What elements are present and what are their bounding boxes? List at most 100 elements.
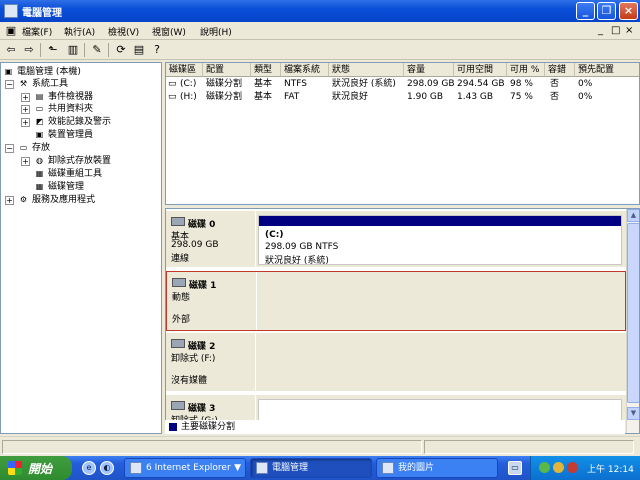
maximize-button[interactable]: ❐: [597, 2, 616, 20]
tree-item-computer-management[interactable]: ▣ 電腦管理 (本機): [3, 66, 81, 78]
table-cell: NTFS: [284, 79, 307, 89]
taskbar-item-computer-management[interactable]: 電腦管理: [250, 458, 372, 478]
table-cell: FAT: [284, 92, 300, 102]
disk-2-info[interactable]: 磁碟 2 卸除式 (F:) 沒有媒體: [166, 333, 256, 391]
minimize-button[interactable]: _: [576, 2, 595, 20]
menu-bar: ▣ 檔案(F) 執行(A) 檢視(V) 視窗(W) 說明(H) _ □ ×: [0, 22, 640, 40]
close-button[interactable]: ×: [619, 2, 638, 20]
disk-0-name: 磁碟 0: [188, 220, 216, 230]
taskbar-item-my-pictures[interactable]: 我的圖片: [376, 458, 498, 478]
volume-c-partition[interactable]: (C:) 298.09 GB NTFS 狀況良好 (系統): [258, 215, 622, 266]
column-header-fault-tolerance[interactable]: 容錯: [545, 63, 575, 77]
column-header-layout[interactable]: 配置: [203, 63, 251, 77]
expand-performance-logs[interactable]: +: [21, 118, 30, 127]
computer-management-icon: [256, 461, 268, 474]
up-folder-icon[interactable]: ⬑: [46, 43, 60, 57]
mdi-close-button[interactable]: ×: [625, 25, 633, 36]
tree-item-services-applications[interactable]: ⚙ 服務及應用程式: [18, 194, 95, 206]
table-cell: 磁碟分割: [206, 79, 243, 89]
mdi-restore-button[interactable]: □: [611, 25, 620, 36]
properties-icon[interactable]: ✎: [90, 43, 104, 57]
column-header-volume[interactable]: 磁碟區: [166, 63, 203, 77]
primary-partition-swatch: [169, 423, 177, 431]
tree-item-performance-logs[interactable]: ◩ 效能記錄及警示: [34, 116, 111, 128]
scroll-down-arrow-icon[interactable]: ▼: [627, 407, 639, 420]
title-bar[interactable]: 電腦管理 _ ❐ ×: [0, 0, 640, 22]
expand-event-viewer[interactable]: +: [21, 93, 30, 102]
taskbar-item-internet-explorer[interactable]: 6 Internet Explorer ▼: [124, 458, 246, 478]
security-alert-icon[interactable]: [567, 462, 578, 473]
tree-item-event-viewer[interactable]: ▤ 事件檢視器: [34, 91, 93, 103]
disk-2-row[interactable]: 磁碟 2 卸除式 (F:) 沒有媒體: [166, 333, 626, 393]
performance-icon: ◩: [35, 116, 44, 126]
shared-folder-icon: ▭: [35, 103, 44, 113]
refresh-icon[interactable]: ⟳: [114, 43, 128, 57]
folder-icon: [382, 461, 394, 474]
keyboard-icon[interactable]: ▭: [508, 461, 522, 475]
table-cell: 狀況良好: [332, 92, 369, 102]
help-icon[interactable]: ?: [150, 43, 164, 57]
disk-0-row[interactable]: 磁碟 0 基本 298.09 GB 連線 (C:) 298.09 GB NTFS…: [166, 211, 626, 269]
menu-help[interactable]: 說明(H): [200, 25, 232, 38]
column-header-status[interactable]: 狀態: [329, 63, 404, 77]
tree-item-storage[interactable]: ▭ 存放: [18, 142, 50, 154]
table-cell: 否: [550, 92, 560, 102]
scroll-up-arrow-icon[interactable]: ▲: [627, 209, 639, 222]
table-cell: 1.90 GB: [407, 92, 444, 102]
tree-item-removable-storage[interactable]: ◍ 卸除式存放裝置: [34, 155, 111, 167]
table-cell: 1.43 GB: [457, 92, 494, 102]
tree-item-disk-defragmenter[interactable]: ▦ 磁碟重組工具: [34, 168, 102, 180]
windows-logo-icon: [8, 461, 22, 475]
toolbar-separator: [108, 43, 109, 57]
scroll-thumb[interactable]: [627, 223, 639, 403]
forward-arrow-icon[interactable]: ⇨: [22, 43, 36, 57]
column-header-type[interactable]: 類型: [251, 63, 281, 77]
volume-list: 磁碟區 配置 類型 檔案系統 狀態 容量 可用空間 可用 % 容錯 預先配置 ▭…: [165, 62, 640, 205]
tree-item-system-tools[interactable]: ⚒ 系統工具: [18, 78, 68, 90]
expand-services[interactable]: +: [5, 196, 14, 205]
disk-map-scrollbar[interactable]: ▲ ▼: [626, 209, 639, 433]
volume-icon[interactable]: [553, 462, 564, 473]
table-cell: 0%: [578, 79, 593, 89]
collapse-storage[interactable]: −: [5, 144, 14, 153]
disk-0-size: 298.09 GB: [171, 240, 219, 250]
export-list-icon[interactable]: ▤: [132, 43, 146, 57]
column-header-overhead[interactable]: 預先配置: [575, 63, 639, 77]
start-button[interactable]: 開始: [0, 456, 72, 480]
menu-window[interactable]: 視窗(W): [152, 25, 186, 38]
expand-removable-storage[interactable]: +: [21, 157, 30, 166]
clock[interactable]: 上午 12:14: [587, 462, 634, 475]
disk-2-type: 卸除式 (F:): [171, 354, 216, 364]
tree-item-shared-folders[interactable]: ▭ 共用資料夾: [34, 103, 93, 115]
menu-file[interactable]: 檔案(F): [22, 25, 52, 38]
column-header-capacity[interactable]: 容量: [404, 63, 454, 77]
mmc-icon[interactable]: ▣: [4, 24, 18, 38]
mdi-minimize-button[interactable]: _: [598, 25, 603, 36]
show-desktop-icon[interactable]: ◐: [100, 461, 114, 475]
disk-1-status: 外部: [172, 315, 191, 325]
disk-0-info[interactable]: 磁碟 0 基本 298.09 GB 連線: [166, 211, 256, 267]
internet-explorer-icon[interactable]: e: [82, 461, 96, 475]
disk-1-info[interactable]: 磁碟 1 動態 外部: [167, 272, 257, 330]
collapse-system-tools[interactable]: −: [5, 80, 14, 89]
volume-c-status: 狀況良好 (系統): [265, 256, 329, 266]
expand-shared-folders[interactable]: +: [21, 105, 30, 114]
toolbar-separator: [40, 43, 41, 57]
event-viewer-icon: ▤: [35, 91, 44, 101]
column-header-percent-free[interactable]: 可用 %: [507, 63, 545, 77]
removable-disk-icon: [171, 339, 185, 348]
column-header-free-space[interactable]: 可用空間: [454, 63, 507, 77]
menu-action[interactable]: 執行(A): [64, 25, 95, 38]
disk-1-row[interactable]: 磁碟 1 動態 外部: [166, 271, 626, 331]
column-header-file-system[interactable]: 檔案系統: [281, 63, 329, 77]
network-icon[interactable]: [539, 462, 550, 473]
show-tree-icon[interactable]: ▥: [66, 43, 80, 57]
menu-view[interactable]: 檢視(V): [108, 25, 139, 38]
table-cell[interactable]: (H:): [180, 91, 197, 103]
tree-item-disk-management[interactable]: ▦ 磁碟管理: [34, 181, 84, 193]
hard-disk-icon: [171, 217, 185, 226]
volume-c-size: 298.09 GB NTFS: [265, 242, 339, 252]
back-arrow-icon[interactable]: ⇦: [4, 43, 18, 57]
tree-item-device-manager[interactable]: ▣ 裝置管理員: [34, 129, 93, 141]
table-cell[interactable]: (C:): [180, 78, 196, 90]
